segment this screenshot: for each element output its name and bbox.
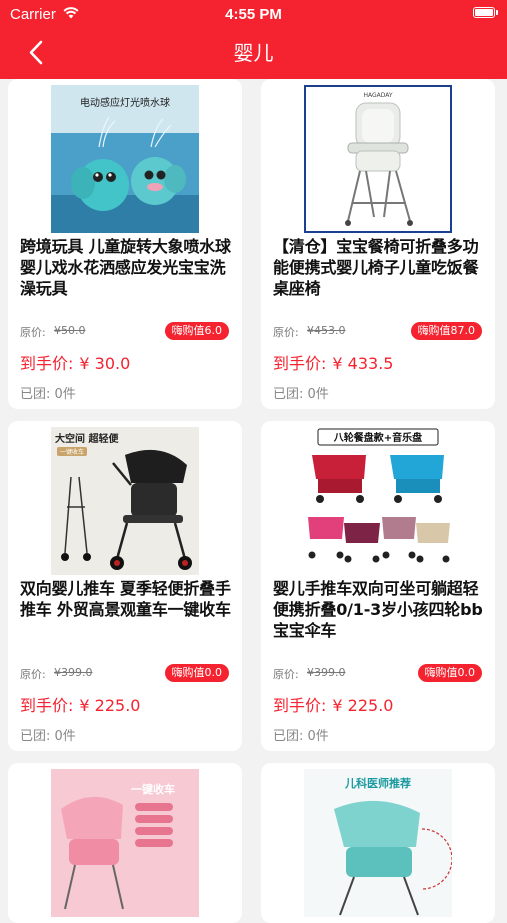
final-price: 到手价: ¥ 225.0 <box>273 692 393 716</box>
final-price: 到手价: ¥ 225.0 <box>20 692 140 716</box>
original-price-label: 原价: <box>20 326 46 339</box>
product-name: 跨境玩具 儿童旋转大象喷水球 婴儿戏水花洒感应发光宝宝洗澡玩具 <box>20 237 231 298</box>
teal-stroller-image: 儿科医师推荐 <box>304 769 452 917</box>
product-card[interactable]: 八轮餐盘款+音乐盘 婴儿手推车双向可坐可躺超轻便携折叠0/1-3岁小孩四轮bb宝… <box>261 421 495 751</box>
pink-stroller-image: 一键收车 <box>51 769 199 917</box>
final-price-label: 到手价: <box>20 354 74 373</box>
group-count: 已团: 0件 <box>273 387 329 402</box>
final-price-label: 到手价: <box>273 354 327 373</box>
final-price-label: 到手价: <box>20 696 74 715</box>
final-price: 到手价: ¥ 433.5 <box>273 350 393 374</box>
original-price-label: 原价: <box>273 668 299 681</box>
status-time: 4:55 PM <box>225 6 282 23</box>
points-badge: 嗨购值0.0 <box>164 664 229 682</box>
original-price: ¥399.0 <box>307 666 346 679</box>
product-card[interactable]: 大空间 超轻便 一键收车 双向婴儿推车 夏季轻便折叠手推车 外贸高景观童车一键收… <box>8 421 242 751</box>
final-price-value: ¥ 30.0 <box>79 354 131 373</box>
final-price-label: 到手价: <box>273 696 327 715</box>
image-caption: 大空间 超轻便 <box>55 432 119 445</box>
group-count: 已团: 0件 <box>273 729 329 744</box>
product-card[interactable]: 一键收车 <box>8 763 242 923</box>
image-caption: 一键收车 <box>131 782 175 796</box>
elephant-bath-toy-image: 电动感应灯光喷水球 <box>51 85 199 233</box>
image-caption: HAGADAY <box>363 92 392 99</box>
points-badge: 嗨购值0.0 <box>417 664 482 682</box>
original-price: ¥453.0 <box>307 324 346 337</box>
points-badge: 嗨购值6.0 <box>164 322 229 340</box>
multicolor-strollers-image: 八轮餐盘款+音乐盘 <box>304 427 452 575</box>
image-caption: 八轮餐盘款+音乐盘 <box>333 431 422 444</box>
image-caption: 电动感应灯光喷水球 <box>80 96 170 109</box>
group-count: 已团: 0件 <box>20 729 76 744</box>
final-price-value: ¥ 225.0 <box>79 696 141 715</box>
baby-high-chair-image: HAGADAY <box>304 85 452 233</box>
status-bar: Carrier 4:55 PM <box>0 0 507 28</box>
product-card[interactable]: HAGADAY 【清仓】宝宝餐椅可折叠多功能便携式婴儿椅子儿童吃饭餐桌座椅 原价… <box>261 79 495 409</box>
product-name: 【清仓】宝宝餐椅可折叠多功能便携式婴儿椅子儿童吃饭餐桌座椅 <box>273 237 479 298</box>
original-price-label: 原价: <box>273 326 299 339</box>
original-price: ¥399.0 <box>54 666 93 679</box>
battery-icon <box>473 7 498 18</box>
original-price: ¥50.0 <box>54 324 86 337</box>
black-stroller-image: 大空间 超轻便 一键收车 <box>51 427 199 575</box>
product-name: 婴儿手推车双向可坐可躺超轻便携折叠0/1-3岁小孩四轮bb宝宝伞车 <box>273 579 483 640</box>
page-title: 婴儿 <box>233 41 274 65</box>
product-card[interactable]: 电动感应灯光喷水球 跨境玩具 儿童旋转大象喷水球 婴儿戏水花洒感应发光宝宝洗澡玩… <box>8 79 242 409</box>
product-name: 双向婴儿推车 夏季轻便折叠手推车 外贸高景观童车一键收车 <box>20 579 231 619</box>
image-caption: 儿科医师推荐 <box>344 776 411 790</box>
final-price-value: ¥ 225.0 <box>332 696 394 715</box>
original-price-label: 原价: <box>20 668 46 681</box>
final-price-value: ¥ 433.5 <box>332 354 394 373</box>
product-card[interactable]: 儿科医师推荐 <box>261 763 495 923</box>
image-subcaption: 一键收车 <box>60 448 84 456</box>
group-count: 已团: 0件 <box>20 387 76 402</box>
final-price: 到手价: ¥ 30.0 <box>20 350 130 374</box>
points-badge: 嗨购值87.0 <box>410 322 482 340</box>
nav-header: Carrier 4:55 PM 婴儿 <box>0 0 507 79</box>
